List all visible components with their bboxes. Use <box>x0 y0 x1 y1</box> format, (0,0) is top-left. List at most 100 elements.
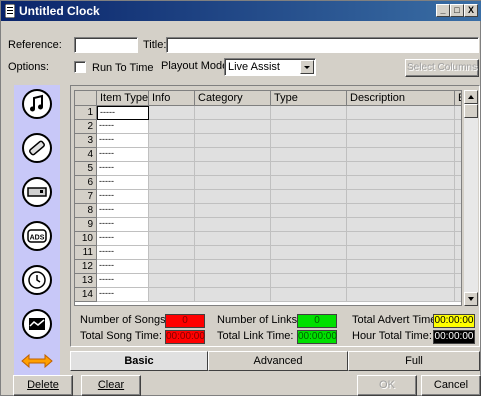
item-type-cell[interactable]: ----- <box>97 120 149 134</box>
scroll-up-icon[interactable] <box>464 90 478 104</box>
close-button[interactable]: X <box>464 4 478 17</box>
grid-cell[interactable] <box>271 120 347 134</box>
tab-advanced[interactable]: Advanced <box>208 351 348 371</box>
title-input[interactable] <box>166 37 479 53</box>
row-number[interactable]: 10 <box>75 232 97 246</box>
restore-button[interactable]: □ <box>450 4 464 17</box>
grid-cell[interactable] <box>271 288 347 302</box>
item-type-cell[interactable]: ----- <box>97 190 149 204</box>
grid-cell[interactable] <box>455 246 461 260</box>
grid-cell[interactable] <box>455 120 461 134</box>
grid-cell[interactable] <box>271 106 347 120</box>
grid-vertical-scrollbar[interactable] <box>464 90 478 306</box>
row-number[interactable]: 6 <box>75 176 97 190</box>
item-type-cell[interactable]: ----- <box>97 148 149 162</box>
grid-cell[interactable] <box>271 204 347 218</box>
column-header-type[interactable]: Type <box>271 91 347 106</box>
grid-cell[interactable] <box>195 176 271 190</box>
link-tool-icon[interactable] <box>22 133 52 163</box>
table-row[interactable]: 3 ----- <box>75 134 461 148</box>
grid-cell[interactable] <box>195 288 271 302</box>
grid-cell[interactable] <box>149 204 195 218</box>
row-number[interactable]: 13 <box>75 274 97 288</box>
table-row[interactable]: 8 ----- <box>75 204 461 218</box>
grid-cell[interactable] <box>271 218 347 232</box>
grid-cell[interactable] <box>271 134 347 148</box>
grid-cell[interactable] <box>347 148 455 162</box>
grid-cell[interactable] <box>149 260 195 274</box>
table-row[interactable]: 2 ----- <box>75 120 461 134</box>
grid-cell[interactable] <box>455 204 461 218</box>
column-header-description[interactable]: Description <box>347 91 455 106</box>
grid-cell[interactable] <box>347 190 455 204</box>
grid-cell[interactable] <box>149 274 195 288</box>
grid-cell[interactable] <box>149 106 195 120</box>
grid-cell[interactable] <box>271 260 347 274</box>
column-header-e[interactable]: E <box>455 91 461 106</box>
minimize-button[interactable]: _ <box>436 4 450 17</box>
grid-cell[interactable] <box>195 204 271 218</box>
grid-cell[interactable] <box>347 232 455 246</box>
grid-cell[interactable] <box>271 176 347 190</box>
item-type-cell[interactable]: ----- <box>97 260 149 274</box>
grid-cell[interactable] <box>149 288 195 302</box>
delete-button[interactable]: Delete <box>13 375 73 396</box>
grid-cell[interactable] <box>195 246 271 260</box>
grid-cell[interactable] <box>455 106 461 120</box>
grid-cell[interactable] <box>347 162 455 176</box>
grid-cell[interactable] <box>149 134 195 148</box>
grid-cell[interactable] <box>455 176 461 190</box>
grid-cell[interactable] <box>347 120 455 134</box>
grid-cell[interactable] <box>347 288 455 302</box>
grid-cell[interactable] <box>347 246 455 260</box>
grid-cell[interactable] <box>455 134 461 148</box>
grid-cell[interactable] <box>347 134 455 148</box>
item-type-cell[interactable]: ----- <box>97 176 149 190</box>
table-row[interactable]: 6 ----- <box>75 176 461 190</box>
grid-cell[interactable] <box>271 232 347 246</box>
grid-cell[interactable] <box>195 218 271 232</box>
tab-full[interactable]: Full <box>348 351 480 371</box>
item-type-cell[interactable]: ----- <box>97 134 149 148</box>
table-row[interactable]: 13 ----- <box>75 274 461 288</box>
grid-cell[interactable] <box>195 190 271 204</box>
grid-cell[interactable] <box>149 218 195 232</box>
row-number[interactable]: 8 <box>75 204 97 218</box>
grid-cell[interactable] <box>271 162 347 176</box>
table-row[interactable]: 7 ----- <box>75 190 461 204</box>
row-number[interactable]: 4 <box>75 148 97 162</box>
item-type-cell[interactable]: ----- <box>97 106 149 120</box>
grid-cell[interactable] <box>195 106 271 120</box>
table-row[interactable]: 9 ----- <box>75 218 461 232</box>
title-bar[interactable]: Untitled Clock _ □ X <box>1 1 481 21</box>
grid-cell[interactable] <box>195 134 271 148</box>
grid-cell[interactable] <box>149 232 195 246</box>
table-row[interactable]: 1 ----- <box>75 106 461 120</box>
item-type-cell[interactable]: ----- <box>97 218 149 232</box>
grid-cell[interactable] <box>271 190 347 204</box>
grid-cell[interactable] <box>347 106 455 120</box>
swap-arrows-icon[interactable] <box>20 351 54 371</box>
tab-basic[interactable]: Basic <box>70 351 208 371</box>
grid-cell[interactable] <box>271 246 347 260</box>
item-type-cell[interactable]: ----- <box>97 162 149 176</box>
row-number[interactable]: 11 <box>75 246 97 260</box>
cancel-button[interactable]: Cancel <box>421 375 481 396</box>
grid-cell[interactable] <box>347 260 455 274</box>
table-row[interactable]: 12 ----- <box>75 260 461 274</box>
scroll-thumb[interactable] <box>464 104 478 118</box>
grid-cell[interactable] <box>195 148 271 162</box>
grid-cell[interactable] <box>149 162 195 176</box>
grid-cell[interactable] <box>195 232 271 246</box>
grid-cell[interactable] <box>149 176 195 190</box>
table-row[interactable]: 4 ----- <box>75 148 461 162</box>
table-row[interactable]: 10 ----- <box>75 232 461 246</box>
row-number[interactable]: 2 <box>75 120 97 134</box>
grid-cell[interactable] <box>271 148 347 162</box>
grid-cell[interactable] <box>271 274 347 288</box>
grid-cell[interactable] <box>455 274 461 288</box>
row-number[interactable]: 1 <box>75 106 97 120</box>
grid-cell[interactable] <box>455 190 461 204</box>
item-type-cell[interactable]: ----- <box>97 246 149 260</box>
ads-tool-icon[interactable]: ADS <box>22 221 52 251</box>
